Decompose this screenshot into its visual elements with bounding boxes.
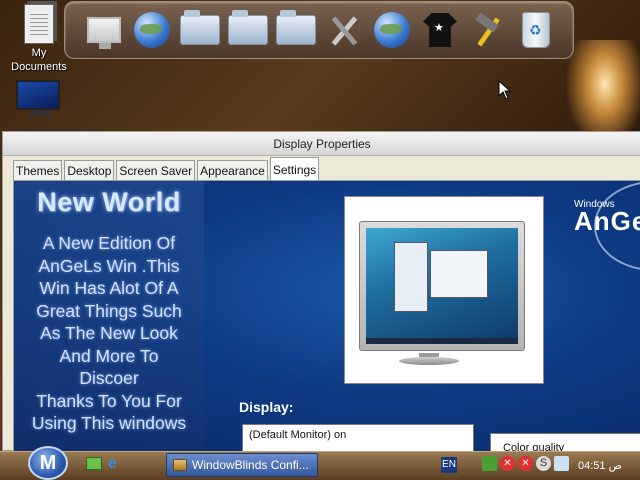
tray-close-icon[interactable]: ✕ bbox=[500, 456, 515, 471]
theme-description: A New Edition Of AnGeLs Win .This Win Ha… bbox=[14, 232, 204, 435]
theme-description-line: Great Things Such bbox=[36, 300, 182, 321]
hammer-icon bbox=[470, 12, 506, 48]
dock-item-pictures-folder[interactable] bbox=[273, 5, 319, 55]
dock-item-settings[interactable] bbox=[465, 5, 511, 55]
globe-icon bbox=[374, 12, 410, 48]
theme-heading: New World bbox=[37, 187, 181, 217]
color-quality-group[interactable]: Color quality bbox=[490, 433, 640, 451]
windows-angels-logo: Windows AnGe bbox=[574, 199, 640, 236]
tshirt-icon bbox=[423, 13, 457, 47]
my-documents-shortcut[interactable]: My Documents bbox=[6, 4, 72, 74]
taskbar-button-label: WindowBlinds Confi... bbox=[192, 458, 309, 472]
my-documents-icon bbox=[24, 4, 54, 44]
monitor-preview-base bbox=[399, 357, 459, 365]
tab-themes[interactable]: Themes bbox=[13, 160, 63, 180]
dock-item-network[interactable] bbox=[369, 5, 415, 55]
tab-settings[interactable]: Settings bbox=[269, 157, 320, 180]
language-indicator[interactable]: EN bbox=[441, 457, 457, 473]
folder-icon bbox=[276, 10, 316, 45]
mouse-cursor-icon bbox=[498, 80, 512, 100]
preview-mini-window bbox=[394, 242, 428, 312]
system-tray: ✕ ✕ S bbox=[482, 456, 569, 471]
dock-item-my-computer[interactable] bbox=[81, 5, 127, 55]
settings-tab-panel: New World A New Edition Of AnGeLs Win .T… bbox=[13, 180, 640, 452]
theme-description-line: Win Has Alot Of A bbox=[39, 278, 179, 298]
taskbar-button-windowblinds[interactable]: WindowBlinds Confi... bbox=[166, 453, 318, 477]
start-button[interactable]: M bbox=[28, 446, 68, 480]
monitor-icon bbox=[16, 80, 60, 110]
theme-description-line: Discoer bbox=[79, 368, 139, 388]
tray-network-icon[interactable] bbox=[482, 456, 497, 471]
tray-s-icon[interactable]: S bbox=[536, 456, 551, 471]
tab-desktop[interactable]: Desktop bbox=[64, 160, 115, 180]
my-documents-label: My Documents bbox=[11, 47, 67, 73]
theme-description-line: AnGeLs Win .This bbox=[38, 255, 180, 276]
theme-info-panel: New World A New Edition Of AnGeLs Win .T… bbox=[14, 181, 204, 451]
folder-icon bbox=[228, 10, 268, 45]
monitor-stand bbox=[30, 110, 50, 116]
recycle-bin-icon bbox=[522, 12, 550, 48]
dock-item-themes[interactable] bbox=[417, 5, 463, 55]
display-preview bbox=[344, 196, 544, 384]
dock-item-internet[interactable] bbox=[129, 5, 175, 55]
tab-appearance[interactable]: Appearance bbox=[197, 160, 268, 180]
internet-explorer-icon[interactable]: e bbox=[108, 455, 117, 473]
display-label: Display: bbox=[239, 399, 294, 415]
brand-big-text: AnGe bbox=[574, 206, 640, 236]
windowblinds-icon bbox=[173, 459, 187, 471]
dock-item-tools[interactable] bbox=[321, 5, 367, 55]
display-properties-window: Display Properties Themes Desktop Screen… bbox=[2, 131, 640, 452]
monitor-preview-screen bbox=[366, 228, 518, 344]
window-titlebar[interactable]: Display Properties bbox=[3, 132, 640, 156]
monitor-shortcut[interactable] bbox=[16, 80, 64, 116]
theme-description-line: And More To bbox=[59, 345, 159, 366]
taskbar-clock[interactable]: 04:51 ص bbox=[578, 459, 622, 472]
tray-monitor-icon[interactable] bbox=[554, 456, 569, 471]
dock-item-documents-folder[interactable] bbox=[177, 5, 223, 55]
dock-item-music-folder[interactable] bbox=[225, 5, 271, 55]
theme-description-line: Using This windows bbox=[31, 413, 187, 433]
monitor-preview-icon bbox=[359, 221, 525, 351]
theme-description-line: As The New Look bbox=[40, 323, 178, 343]
window-title: Display Properties bbox=[273, 136, 371, 151]
globe-icon bbox=[134, 12, 170, 48]
tray-close-icon[interactable]: ✕ bbox=[518, 456, 533, 471]
tools-icon bbox=[326, 12, 362, 48]
tab-screen-saver[interactable]: Screen Saver bbox=[116, 160, 196, 180]
theme-description-line: A New Edition Of bbox=[42, 233, 176, 253]
dock-bar bbox=[64, 1, 574, 59]
computer-icon bbox=[87, 17, 121, 49]
tab-strip: Themes Desktop Screen Saver Appearance S… bbox=[13, 157, 320, 180]
display-monitor-field[interactable]: (Default Monitor) on bbox=[242, 424, 474, 451]
dock-item-recycle-bin[interactable] bbox=[513, 5, 559, 55]
preview-taskbar bbox=[366, 338, 518, 344]
preview-mini-window bbox=[430, 250, 488, 298]
theme-description-line: Thanks To You For bbox=[36, 390, 182, 411]
folder-icon bbox=[180, 10, 220, 45]
show-desktop-icon[interactable] bbox=[86, 457, 102, 470]
